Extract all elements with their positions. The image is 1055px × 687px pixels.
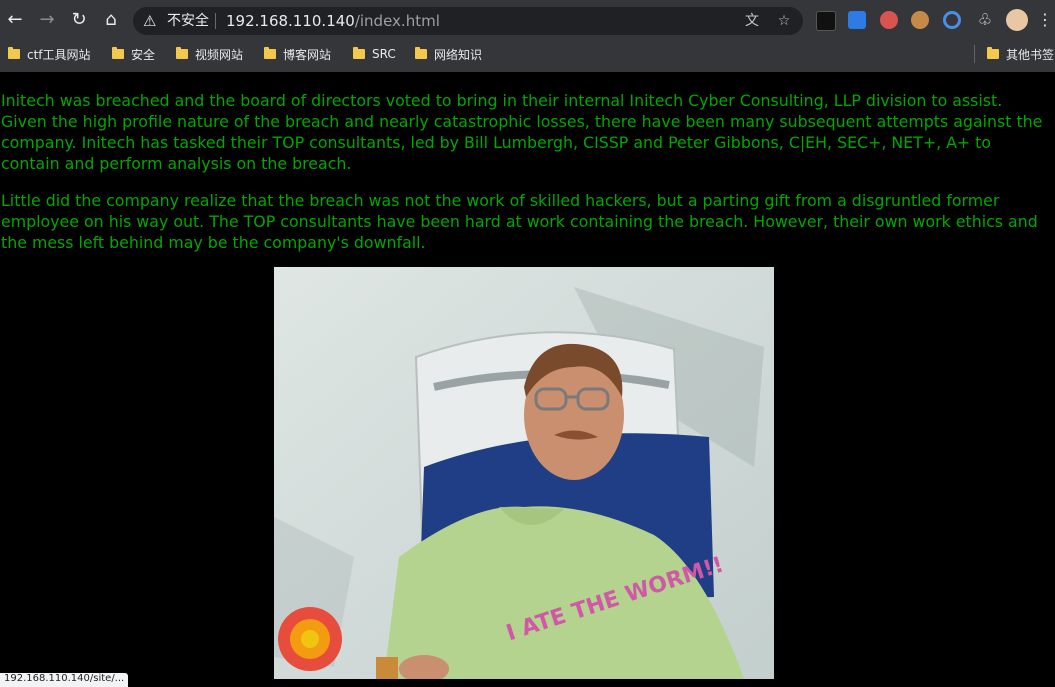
warning-icon[interactable]: ⚠ xyxy=(143,12,161,30)
folder-icon xyxy=(176,47,188,59)
address-separator xyxy=(215,13,216,29)
bookmark-folder-blog[interactable]: 博客网站 xyxy=(264,44,331,64)
man-on-beach-chair-illustration: I ATE THE WORM!! xyxy=(274,267,774,679)
intro-paragraph-2: Little did the company realize that the … xyxy=(1,191,1038,252)
extension-a-icon[interactable] xyxy=(816,11,836,31)
insecure-label[interactable]: 不安全 xyxy=(167,12,209,30)
folder-icon xyxy=(264,47,276,59)
page-content: Initech was breached and the board of di… xyxy=(0,72,1055,679)
cookie-extension-icon[interactable] xyxy=(911,11,929,29)
other-bookmarks[interactable]: 其他书签 xyxy=(987,44,1054,64)
bookmark-folder-security[interactable]: 安全 xyxy=(112,44,155,64)
bookmark-folder-network[interactable]: 网络知识 xyxy=(415,44,482,64)
folder-icon xyxy=(353,47,365,59)
folder-icon xyxy=(415,47,427,59)
other-bookmarks-label: 其他书签 xyxy=(1006,47,1055,62)
folder-icon xyxy=(987,47,999,59)
bookmark-label: 安全 xyxy=(131,47,156,62)
bookmark-label: SRC xyxy=(372,47,396,61)
bookmark-label: ctf工具网站 xyxy=(27,47,91,62)
hero-image: I ATE THE WORM!! xyxy=(274,267,774,679)
bookmarks-separator xyxy=(974,45,975,63)
bookmark-folder-src[interactable]: SRC xyxy=(353,44,396,64)
translate-icon[interactable]: 文 xyxy=(743,12,761,30)
menu-kebab-icon[interactable]: ⋮ xyxy=(1034,9,1055,31)
avatar[interactable] xyxy=(1006,9,1028,31)
browser-chrome: ← → ↻ ⌂ ⚠ 不安全 192.168.110.140/index.html… xyxy=(0,0,1055,72)
eyes-extension-icon[interactable] xyxy=(880,11,898,29)
forward-arrow-icon[interactable]: → xyxy=(36,9,58,31)
bookmark-label: 博客网站 xyxy=(283,47,332,62)
bookmark-folder-ctf[interactable]: ctf工具网站 xyxy=(8,44,91,64)
intro-paragraph-1: Initech was breached and the board of di… xyxy=(1,91,1043,173)
bookmark-folder-video[interactable]: 视频网站 xyxy=(176,44,243,64)
bookmark-label: 视频网站 xyxy=(195,47,244,62)
status-bar-link: 192.168.110.140/site/... xyxy=(0,673,129,687)
url-path: /index.html xyxy=(354,12,440,30)
folder-icon xyxy=(8,47,20,59)
url-text[interactable]: 192.168.110.140/index.html xyxy=(226,11,440,31)
address-bar[interactable]: ⚠ 不安全 192.168.110.140/index.html 文 ☆ xyxy=(133,7,803,35)
folder-icon xyxy=(112,47,124,59)
circle-extension-icon[interactable] xyxy=(943,11,961,29)
translate-extension-icon[interactable] xyxy=(848,11,866,29)
bookmark-star-icon[interactable]: ☆ xyxy=(775,12,793,30)
browser-toolbar: ← → ↻ ⌂ ⚠ 不安全 192.168.110.140/index.html… xyxy=(0,0,1055,40)
reload-icon[interactable]: ↻ xyxy=(68,9,90,31)
bookmark-label: 网络知识 xyxy=(434,47,483,62)
home-icon[interactable]: ⌂ xyxy=(100,9,122,31)
puzzle-extensions-icon[interactable]: ♧ xyxy=(974,9,996,31)
bookmarks-bar: ctf工具网站 安全 视频网站 博客网站 SRC 网络知识 其他书签 xyxy=(0,40,1055,68)
back-arrow-icon[interactable]: ← xyxy=(4,9,26,31)
url-host: 192.168.110.140 xyxy=(226,12,355,30)
